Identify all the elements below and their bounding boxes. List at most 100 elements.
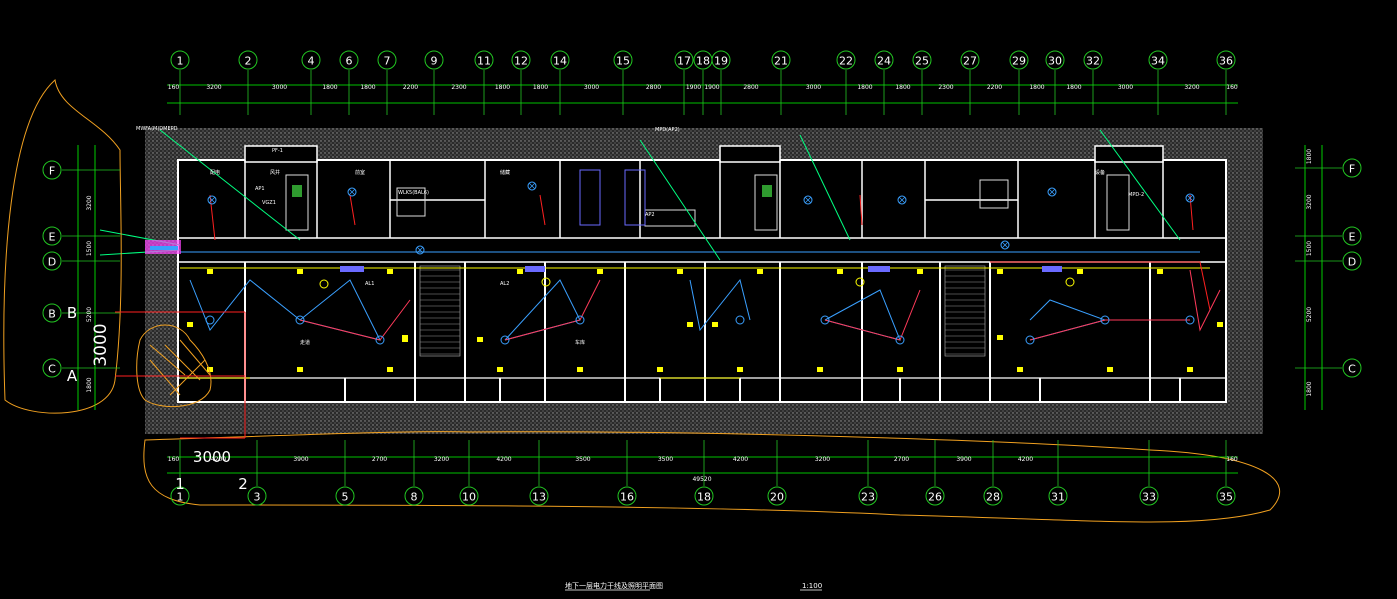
dim-label: 2300 [451,84,466,91]
fixture-lamp [687,322,693,327]
markup-bottom-dimension: 3000 [193,448,231,466]
dim-label: 2200 [987,84,1002,91]
dim-label: 3200 [1184,84,1199,91]
axis-label: 17 [677,55,691,68]
fixture-lamp [997,335,1003,340]
dim-label: 1800 [895,84,910,91]
fixture-lamp [577,367,583,372]
dim-label: 1800 [857,84,872,91]
room-label: 前室 [355,169,365,176]
dim-label: 2700 [894,456,909,463]
fixture-lamp [657,367,663,372]
dim-label: 2200 [403,84,418,91]
axis-label: F [1349,163,1355,176]
axis-label: C [48,363,56,376]
room-label: 风井 [270,169,280,176]
axis-label: 13 [532,491,546,504]
dim-label: 3200 [434,456,449,463]
bottom-axis-grid: 1 3 5 8 10 13 16 18 20 23 26 28 31 33 35160 4200 3900 270… [167,440,1238,506]
dim-label: 160 [1226,456,1238,463]
left-axis-grid: F ED B C 3200 1500 5200 1800 [42,145,120,410]
axis-label: 30 [1048,55,1062,68]
axis-label: 15 [616,55,630,68]
dim-label: 160 [168,84,180,91]
axis-label: 27 [963,55,977,68]
panel-label: VGZ1 [262,200,276,206]
fixture-lamp [1017,367,1023,372]
axis-label: 33 [1142,491,1156,504]
axis-label: 32 [1086,55,1100,68]
dim-label: 3900 [293,456,308,463]
markup-label-2: 2 [238,475,248,493]
axis-label: 18 [697,491,711,504]
fixture-lamp [1157,269,1163,274]
fixture-lamp [187,322,193,327]
fixture-lamp [1187,367,1193,372]
axis-label: F [49,165,55,178]
markup-label-1: 1 [175,475,185,493]
fixture-lamp [207,269,213,274]
axis-label: E [1349,231,1356,244]
dim-label: 3000 [272,84,287,91]
dim-label: 2800 [743,84,758,91]
dim-label: 1900 [704,84,719,91]
dim-label: 3200 [815,456,830,463]
panel-label: AL1 [365,281,374,287]
fixture-lamp [477,337,483,342]
fixture-lamp [387,269,393,274]
axis-label: D [1348,256,1356,269]
axis-label: 2 [245,55,252,68]
building-plan [177,145,1227,403]
axis-label: 34 [1151,55,1165,68]
axis-label: 22 [839,55,853,68]
fixture-lamp [1107,367,1113,372]
axis-label: 35 [1219,491,1233,504]
dim-label: 3000 [806,84,821,91]
dim-label: 2300 [938,84,953,91]
dim-label: 4200 [733,456,748,463]
room-label: 设备 [1095,169,1105,176]
axis-label: 24 [877,55,891,68]
axis-label: 12 [514,55,528,68]
axis-label: D [48,256,56,269]
fixture-lamp [1077,269,1083,274]
dim-label: 4200 [496,456,511,463]
axis-label: 3 [254,491,261,504]
axis-label: 36 [1219,55,1233,68]
dim-label: 3200 [206,84,221,91]
axis-label: 23 [861,491,875,504]
axis-label: 29 [1012,55,1026,68]
axis-label: B [48,308,56,321]
axis-label: 28 [986,491,1000,504]
axis-label: 19 [714,55,728,68]
dim-label: 1800 [86,377,93,392]
fixture-lamp [712,322,718,327]
dim-label: 160 [168,456,180,463]
dim-label: 1800 [533,84,548,91]
axis-label: 9 [431,55,438,68]
right-axis-grid: F ED C 1800 3200 1500 5200 1800 [1295,145,1362,410]
fixture-lamp [497,367,503,372]
drawing-title: 地下一层电力干线及照明平面图 [565,581,663,590]
axis-label: C [1348,363,1356,376]
cad-drawing-canvas[interactable]: 1 2 4 6 7 9 11 12 14 15 17 18 19 21 22 24 25 27 29 30 32 34 36… [0,0,1397,599]
fixture-lamp [737,367,743,372]
axis-label: 4 [308,55,315,68]
panel-label: AP2 [645,212,655,218]
axis-label: 11 [477,55,491,68]
fixture-lamp [297,269,303,274]
dim-label: 3000 [584,84,599,91]
title-block: 地下一层电力干线及照明平面图 1:100 [565,581,822,591]
panel-label: WLK5(BAL6) [398,190,429,196]
dim-label: 1800 [1029,84,1044,91]
fixture-lamp [837,269,843,274]
dim-label: 4200 [1018,456,1033,463]
dim-label: 1800 [360,84,375,91]
panel-label: MPD-2 [1128,192,1144,198]
fixture-lamp [297,367,303,372]
axis-label: 5 [342,491,349,504]
dim-label: 2700 [372,456,387,463]
panel-label: AP1 [255,186,265,192]
markup-label-a: A [67,367,78,385]
fixture-lamp [402,335,408,340]
